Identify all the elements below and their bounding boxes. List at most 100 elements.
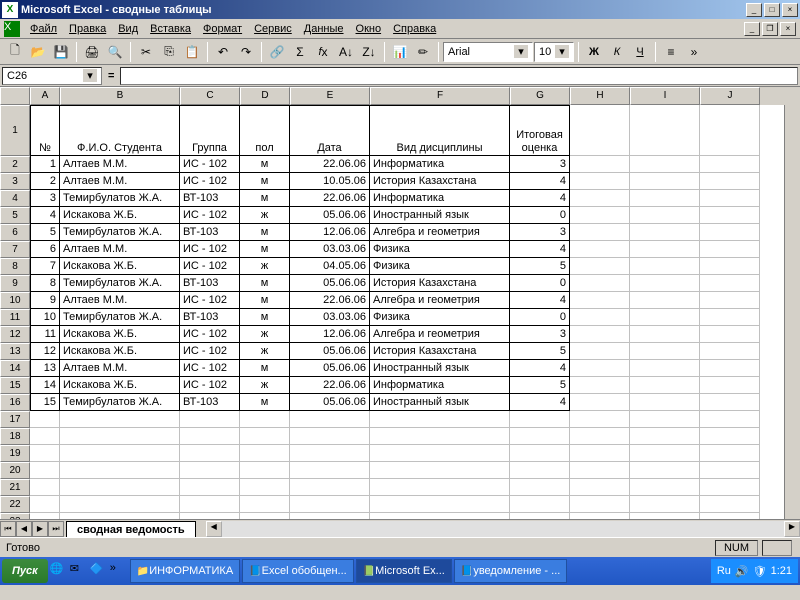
cell[interactable]: 12.06.06: [290, 326, 370, 343]
first-sheet-button[interactable]: ⏮: [0, 521, 16, 537]
cell[interactable]: 5: [30, 224, 60, 241]
doc-restore-button[interactable]: ❐: [762, 22, 778, 36]
row-header[interactable]: 16: [0, 394, 30, 411]
taskbar-item[interactable]: 📁 ИНФОРМАТИКА: [130, 559, 240, 583]
cell[interactable]: [510, 428, 570, 445]
cell[interactable]: Информатика: [370, 156, 510, 173]
cell[interactable]: [700, 173, 760, 190]
cell[interactable]: 05.06.06: [290, 275, 370, 292]
more-icon[interactable]: »: [683, 41, 705, 63]
cell[interactable]: [700, 479, 760, 496]
cell[interactable]: Темирбулатов Ж.А.: [60, 275, 180, 292]
cell[interactable]: 10.05.06: [290, 173, 370, 190]
taskbar-item-active[interactable]: 📗 Microsoft Ex...: [356, 559, 452, 583]
doc-icon[interactable]: X: [4, 21, 20, 37]
cell[interactable]: [30, 428, 60, 445]
cell[interactable]: 8: [30, 275, 60, 292]
cell[interactable]: ИС - 102: [180, 156, 240, 173]
next-sheet-button[interactable]: ▶: [32, 521, 48, 537]
sort-asc-icon[interactable]: A↓: [335, 41, 357, 63]
cell[interactable]: [700, 258, 760, 275]
cell[interactable]: 4: [510, 173, 570, 190]
cell[interactable]: [700, 190, 760, 207]
cell[interactable]: 7: [30, 258, 60, 275]
italic-icon[interactable]: К: [606, 41, 628, 63]
cell[interactable]: [630, 513, 700, 519]
cell[interactable]: [240, 479, 290, 496]
cell[interactable]: ВТ-103: [180, 275, 240, 292]
cell[interactable]: 10: [30, 309, 60, 326]
cell[interactable]: [700, 411, 760, 428]
row-header[interactable]: 22: [0, 496, 30, 513]
cell[interactable]: [60, 513, 180, 519]
cell[interactable]: [510, 411, 570, 428]
row-header[interactable]: 12: [0, 326, 30, 343]
cell[interactable]: 12.06.06: [290, 224, 370, 241]
cell[interactable]: [630, 445, 700, 462]
cell[interactable]: [700, 445, 760, 462]
cell[interactable]: [570, 360, 630, 377]
menu-help[interactable]: Справка: [387, 21, 442, 37]
cell[interactable]: Физика: [370, 309, 510, 326]
cell[interactable]: [630, 224, 700, 241]
header-cell[interactable]: [570, 105, 630, 156]
row-header[interactable]: 14: [0, 360, 30, 377]
cell[interactable]: [240, 411, 290, 428]
cell[interactable]: [570, 496, 630, 513]
cell[interactable]: м: [240, 275, 290, 292]
cell[interactable]: 3: [510, 156, 570, 173]
select-all-corner[interactable]: [0, 87, 30, 105]
open-icon[interactable]: 📂: [27, 41, 49, 63]
cell[interactable]: ВТ-103: [180, 309, 240, 326]
cell[interactable]: [630, 258, 700, 275]
cell[interactable]: [180, 513, 240, 519]
maximize-button[interactable]: □: [764, 3, 780, 17]
cell[interactable]: [30, 496, 60, 513]
drawing-icon[interactable]: ✏: [412, 41, 434, 63]
cell[interactable]: [700, 462, 760, 479]
row-header[interactable]: 7: [0, 241, 30, 258]
cell[interactable]: 3: [510, 326, 570, 343]
cell[interactable]: ИС - 102: [180, 207, 240, 224]
cell[interactable]: 6: [30, 241, 60, 258]
cell[interactable]: Искакова Ж.Б.: [60, 343, 180, 360]
cell[interactable]: 05.06.06: [290, 394, 370, 411]
cell[interactable]: ж: [240, 207, 290, 224]
cell[interactable]: [630, 173, 700, 190]
cell[interactable]: ж: [240, 258, 290, 275]
cell[interactable]: [570, 411, 630, 428]
cell[interactable]: [570, 343, 630, 360]
cell[interactable]: ИС - 102: [180, 292, 240, 309]
cell[interactable]: 03.03.06: [290, 241, 370, 258]
cell[interactable]: 5: [510, 377, 570, 394]
cell[interactable]: 11: [30, 326, 60, 343]
header-cell[interactable]: Итоговая оценка: [510, 105, 570, 156]
cell[interactable]: [60, 462, 180, 479]
cell[interactable]: [60, 428, 180, 445]
cell[interactable]: 05.06.06: [290, 360, 370, 377]
chevron-down-icon[interactable]: ▾: [83, 69, 97, 82]
header-cell[interactable]: пол: [240, 105, 290, 156]
sheet-tab[interactable]: сводная ведомость: [66, 521, 196, 537]
cell[interactable]: [30, 462, 60, 479]
cell[interactable]: [30, 445, 60, 462]
col-header-I[interactable]: I: [630, 87, 700, 105]
cell[interactable]: [570, 275, 630, 292]
cell[interactable]: [510, 479, 570, 496]
fx-icon[interactable]: fx: [312, 41, 334, 63]
cell[interactable]: [370, 428, 510, 445]
cell[interactable]: [630, 377, 700, 394]
cell[interactable]: 05.06.06: [290, 343, 370, 360]
cell[interactable]: [290, 496, 370, 513]
cell[interactable]: [630, 309, 700, 326]
cell[interactable]: 0: [510, 275, 570, 292]
cell[interactable]: [290, 428, 370, 445]
cell[interactable]: Информатика: [370, 190, 510, 207]
cell[interactable]: [700, 377, 760, 394]
cell[interactable]: [370, 513, 510, 519]
cell[interactable]: 22.06.06: [290, 292, 370, 309]
cell[interactable]: м: [240, 309, 290, 326]
cell[interactable]: [60, 496, 180, 513]
link-icon[interactable]: 🔗: [266, 41, 288, 63]
cell[interactable]: м: [240, 360, 290, 377]
